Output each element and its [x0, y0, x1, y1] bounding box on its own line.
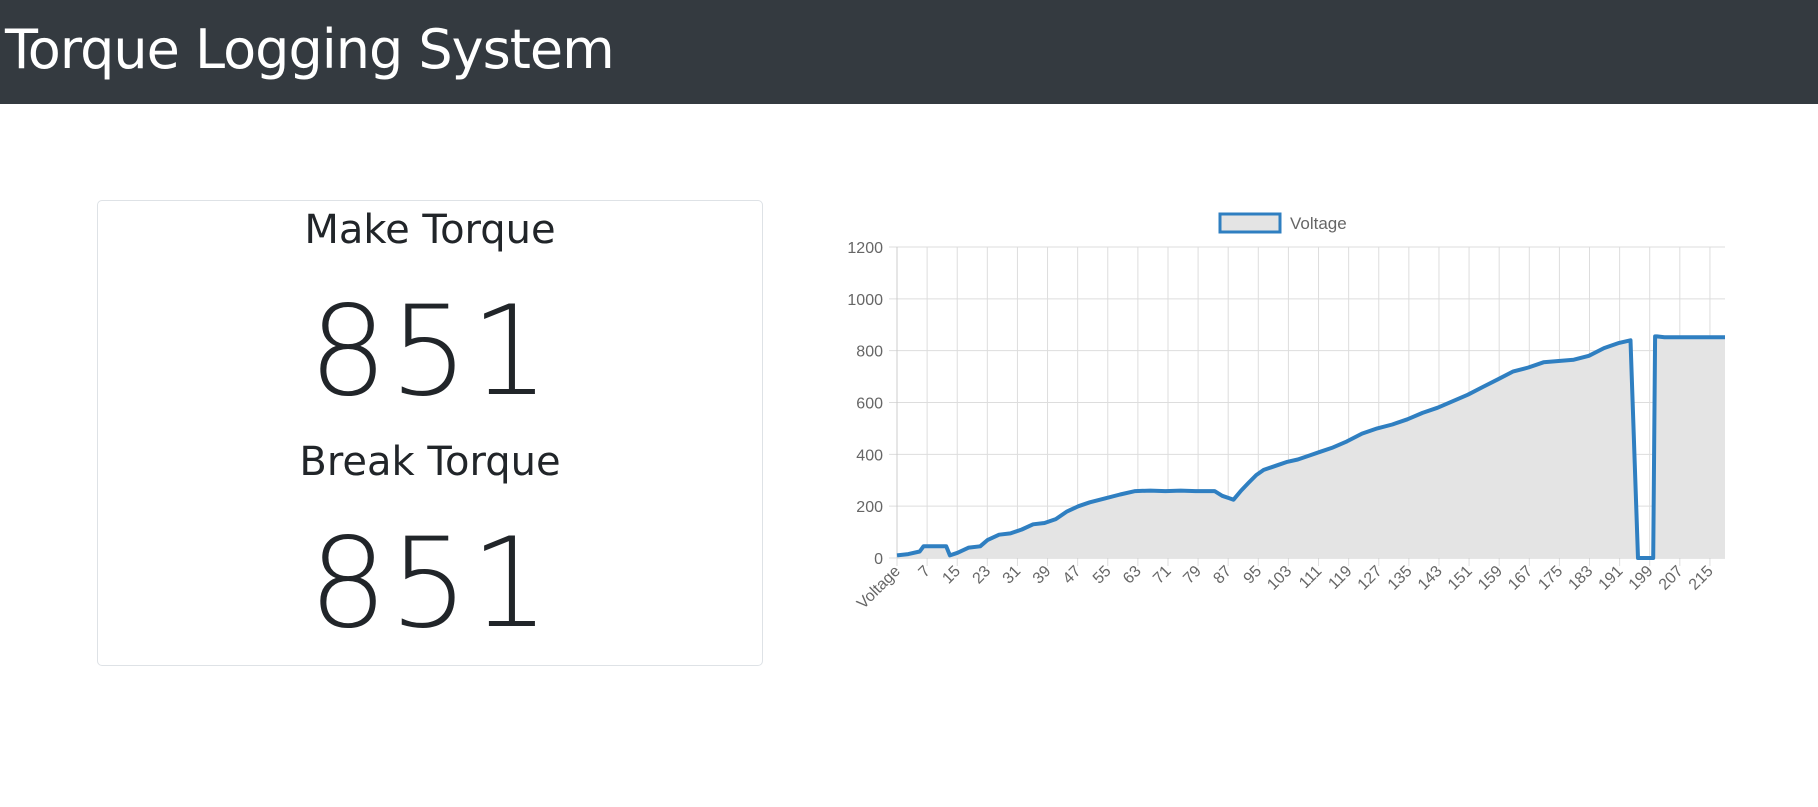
torque-card: Make Torque 851 Break Torque 851 — [97, 200, 763, 666]
y-tick-label: 0 — [874, 551, 883, 568]
x-tick-label: 167 — [1505, 563, 1536, 594]
top-navbar: Torque Logging System — [0, 0, 1818, 104]
make-torque-value: 851 — [308, 280, 552, 424]
app-title: Torque Logging System — [5, 18, 615, 81]
x-tick-label: 71 — [1150, 563, 1175, 588]
x-tick-label: 191 — [1596, 563, 1627, 594]
x-tick-label: 143 — [1415, 563, 1446, 594]
y-tick-label: 400 — [856, 447, 883, 464]
x-tick-label: 103 — [1264, 563, 1295, 594]
break-torque-value: 851 — [308, 512, 552, 656]
x-tick-label: 183 — [1565, 563, 1596, 594]
x-tick-label: 15 — [939, 563, 964, 588]
x-tick-label: 151 — [1445, 563, 1476, 594]
chart-svg: 0 200 400 600 800 1000 1200 Voltage 7 15 23 31 39 47 5… — [847, 212, 1725, 613]
y-tick-label: 1000 — [847, 292, 883, 309]
x-tick-label: 7 — [916, 563, 934, 581]
x-tick-label: 119 — [1325, 563, 1355, 593]
x-tick-label: 95 — [1241, 563, 1266, 588]
break-torque-label: Break Torque — [299, 439, 561, 485]
x-tick-label: 215 — [1686, 563, 1717, 594]
y-tick-label: 200 — [856, 499, 883, 516]
legend-label: Voltage — [1290, 214, 1347, 233]
x-tick-label: 79 — [1180, 563, 1205, 588]
x-tick-label: 31 — [1000, 563, 1025, 588]
y-tick-label: 800 — [856, 344, 883, 361]
x-tick-label: 23 — [970, 563, 995, 588]
legend-swatch — [1218, 212, 1282, 234]
series-area — [897, 336, 1725, 558]
x-tick-label: 87 — [1210, 563, 1235, 588]
x-tick-label: 127 — [1355, 563, 1386, 594]
x-tick-label: 207 — [1656, 563, 1687, 594]
y-tick-label: 1200 — [847, 240, 883, 257]
x-tick-label: 47 — [1060, 563, 1085, 588]
x-tick-label: 111 — [1296, 563, 1325, 592]
y-tick-label: 600 — [856, 396, 883, 413]
x-tick-label: 55 — [1090, 563, 1115, 588]
x-tick-label: 175 — [1535, 563, 1566, 594]
x-tick-label: 135 — [1385, 563, 1416, 594]
make-torque-label: Make Torque — [304, 207, 556, 253]
x-tick-label: 159 — [1475, 563, 1506, 594]
x-tick-label: 63 — [1120, 563, 1145, 588]
voltage-chart: 0 200 400 600 800 1000 1200 Voltage 7 15 23 31 39 47 5… — [830, 200, 1730, 640]
x-tick-label: Voltage — [854, 563, 904, 613]
x-tick-label: 199 — [1626, 563, 1657, 594]
x-tick-label: 39 — [1030, 563, 1055, 588]
